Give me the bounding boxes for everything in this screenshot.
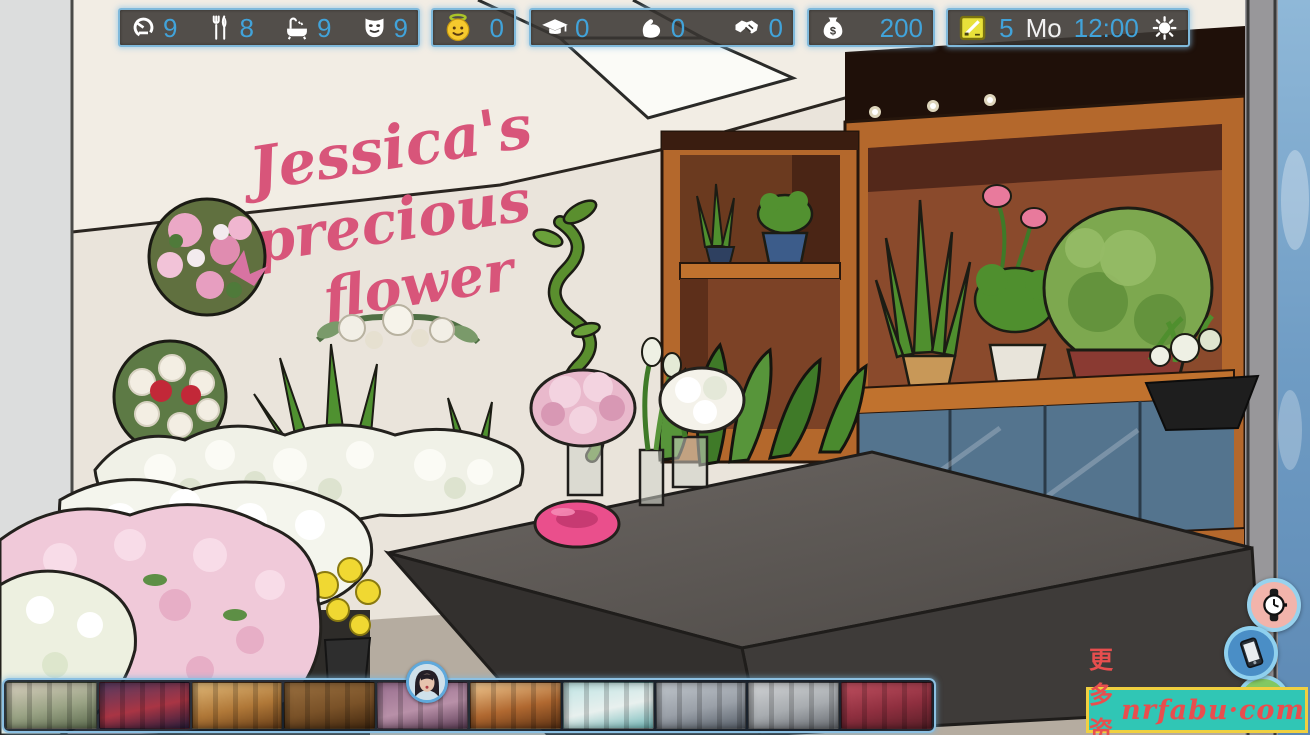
- location-thumbnail-workshop[interactable]: [656, 682, 747, 729]
- location-thumbnail-bakery[interactable]: [192, 682, 283, 729]
- skill-study-value: 0: [575, 15, 589, 41]
- location-thumbnail-cosmetics-shop[interactable]: [470, 682, 561, 729]
- location-thumbnail-mall-lobby[interactable]: [6, 682, 97, 729]
- utensils-icon: [207, 14, 234, 41]
- mask-icon: [361, 14, 388, 41]
- location-thumbnail-salon[interactable]: [563, 682, 654, 729]
- day-number: 5: [999, 15, 1013, 41]
- skill-charisma-value: 0: [769, 15, 783, 41]
- skills-panel: 0 0 0: [529, 8, 795, 47]
- game-screen: Jessica's precious flower: [0, 0, 1310, 735]
- watermark-latin-text: nrfabu·com: [1121, 695, 1305, 726]
- money-panel: $ 200: [807, 8, 935, 47]
- graduation-cap-icon: [541, 14, 569, 42]
- watermark: 更多资源 nrfabu·com: [1086, 687, 1308, 733]
- location-thumbnail-showroom[interactable]: [748, 682, 839, 729]
- clock-time: 12:00: [1074, 15, 1139, 41]
- phone-button[interactable]: [1224, 626, 1278, 680]
- need-energy: 9: [130, 14, 177, 41]
- need-hygiene: 9: [283, 14, 331, 42]
- shop-scene[interactable]: Jessica's precious flower: [0, 0, 1310, 735]
- datetime-panel: 5 Mo 12:00: [946, 8, 1190, 47]
- skill-charisma: 0: [733, 13, 783, 43]
- need-hygiene-value: 9: [317, 15, 331, 41]
- watch-button[interactable]: [1247, 578, 1301, 632]
- skill-fitness: 0: [637, 14, 685, 42]
- need-fun-value: 9: [394, 15, 408, 41]
- calendar-icon: [958, 13, 987, 43]
- bathtub-icon: [283, 14, 311, 42]
- phone-icon: [1234, 636, 1268, 670]
- currency-symbol: $: [830, 25, 836, 37]
- avatar-face-icon: [409, 664, 445, 700]
- need-fun: 9: [361, 14, 408, 41]
- money-bag-icon: $: [819, 14, 847, 42]
- location-thumbnail-red-store[interactable]: [841, 682, 932, 729]
- watch-icon: [1257, 588, 1291, 622]
- handshake-icon: [733, 13, 763, 43]
- need-hunger: 8: [207, 14, 254, 41]
- watermark-cjk-text: 更多资源: [1089, 640, 1114, 735]
- skill-study: 0: [541, 14, 589, 42]
- sun-icon: [1151, 14, 1178, 42]
- wall-bouquet-lilies: [149, 199, 268, 315]
- mood-panel: 0: [431, 8, 516, 47]
- angel-emoji-icon: [443, 13, 473, 43]
- muscle-icon: [637, 14, 665, 42]
- need-energy-value: 9: [163, 15, 177, 41]
- money-value: 200: [880, 15, 923, 41]
- weekday-label: Mo: [1026, 15, 1062, 41]
- location-thumbnail-arcade[interactable]: [99, 682, 190, 729]
- needs-panel: 9 8 9: [118, 8, 420, 47]
- location-bar: [2, 678, 936, 733]
- mood-value: 0: [490, 15, 504, 41]
- player-location-avatar: [406, 661, 448, 703]
- gauge-icon: [130, 14, 157, 41]
- skill-fitness-value: 0: [671, 15, 685, 41]
- location-thumbnail-bookstore[interactable]: [284, 682, 375, 729]
- need-hunger-value: 8: [240, 15, 254, 41]
